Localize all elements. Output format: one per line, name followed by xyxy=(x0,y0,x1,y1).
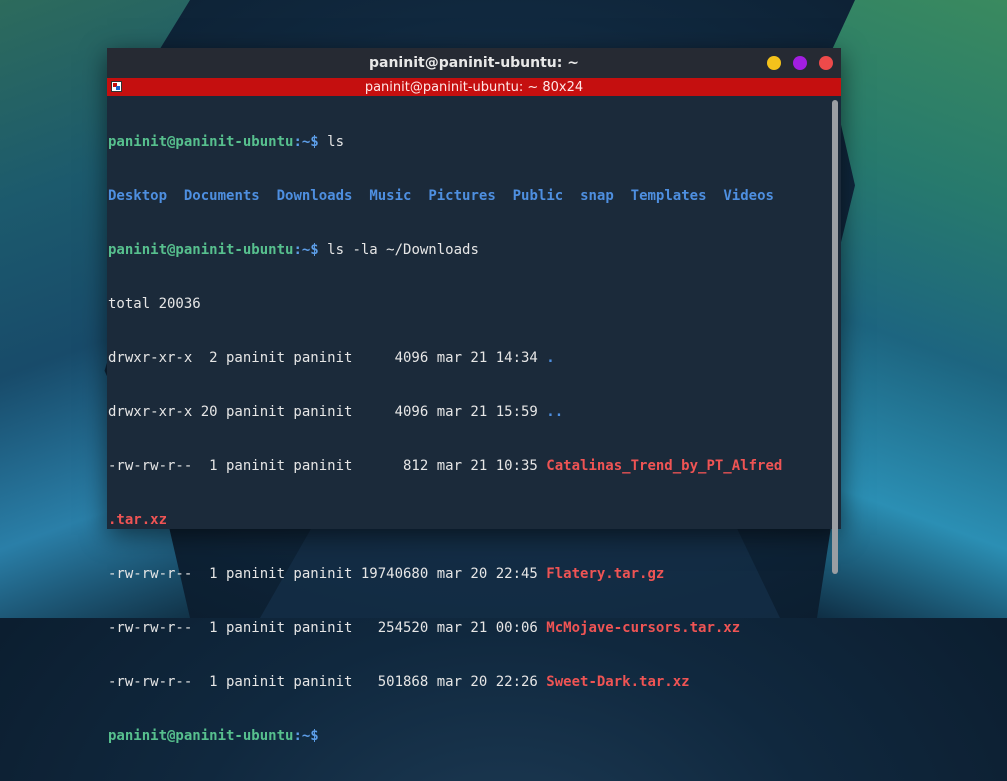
ls-output-line: Desktop Documents Downloads Music Pictur… xyxy=(108,187,828,205)
file-meta: drwxr-xr-x 20 paninit paninit 4096 mar 2… xyxy=(108,404,547,420)
prompt-suffix: :~$ xyxy=(293,242,328,258)
dir-entry: Public xyxy=(512,188,564,204)
close-button[interactable] xyxy=(819,56,833,70)
dir-entry: Documents xyxy=(183,188,260,204)
dir-entry: Downloads xyxy=(276,188,353,204)
minimize-button[interactable] xyxy=(767,56,781,70)
file-name: Flatery.tar.gz xyxy=(546,566,665,582)
file-row-wrap: .tar.xz xyxy=(108,511,828,529)
terminal-line: paninit@paninit-ubuntu:~$ ls -la ~/Downl… xyxy=(108,241,828,259)
file-name: .. xyxy=(546,404,564,420)
file-row: -rw-rw-r-- 1 paninit paninit 254520 mar … xyxy=(108,619,828,637)
terminal-line: paninit@paninit-ubuntu:~$ xyxy=(108,727,828,745)
total-line: total 20036 xyxy=(108,296,201,312)
file-meta: -rw-rw-r-- 1 paninit paninit 501868 mar … xyxy=(108,674,547,690)
terminal-tab-title: paninit@paninit-ubuntu: ~ 80x24 xyxy=(364,79,584,95)
dir-entry: Videos xyxy=(723,188,774,204)
command-text: ls -la ~/Downloads xyxy=(327,242,479,258)
terminal-tab[interactable]: paninit@paninit-ubuntu: ~ 80x24 xyxy=(107,78,841,96)
terminal-output[interactable]: paninit@paninit-ubuntu:~$ ls Desktop Doc… xyxy=(107,96,829,744)
prompt-user: paninit@paninit-ubuntu xyxy=(108,134,294,150)
file-name-wrap: .tar.xz xyxy=(108,512,168,528)
prompt-suffix: :~$ xyxy=(293,728,328,744)
window-titlebar[interactable]: paninit@paninit-ubuntu: ~ xyxy=(107,48,841,78)
file-row: -rw-rw-r-- 1 paninit paninit 501868 mar … xyxy=(108,673,828,691)
file-row: drwxr-xr-x 2 paninit paninit 4096 mar 21… xyxy=(108,349,828,367)
terminal-window[interactable]: paninit@paninit-ubuntu: ~ paninit@panini… xyxy=(107,48,841,744)
file-meta: -rw-rw-r-- 1 paninit paninit 19740680 ma… xyxy=(108,566,547,582)
command-text: ls xyxy=(327,134,345,150)
file-meta: -rw-rw-r-- 1 paninit paninit 812 mar 21 … xyxy=(108,458,547,474)
terminal-scrollbar[interactable] xyxy=(832,100,838,574)
prompt-user: paninit@paninit-ubuntu xyxy=(108,242,294,258)
dir-entry: Pictures xyxy=(428,188,496,204)
terminal-line: paninit@paninit-ubuntu:~$ ls xyxy=(108,133,828,151)
prompt-user: paninit@paninit-ubuntu xyxy=(108,728,294,744)
dir-entry: snap xyxy=(580,188,614,204)
window-title: paninit@paninit-ubuntu: ~ xyxy=(369,55,579,71)
window-controls xyxy=(767,56,833,70)
file-meta: drwxr-xr-x 2 paninit paninit 4096 mar 21… xyxy=(108,350,547,366)
dir-entry: Desktop xyxy=(108,188,168,204)
wallpaper-rock-right xyxy=(817,0,1007,618)
dir-entry: Music xyxy=(369,188,412,204)
file-row: -rw-rw-r-- 1 paninit paninit 812 mar 21 … xyxy=(108,457,828,475)
file-row: drwxr-xr-x 20 paninit paninit 4096 mar 2… xyxy=(108,403,828,421)
file-name: McMojave-cursors.tar.xz xyxy=(546,620,741,636)
terminal-tab-icon xyxy=(111,81,122,92)
file-name: . xyxy=(546,350,555,366)
dir-entry: Templates xyxy=(630,188,707,204)
prompt-suffix: :~$ xyxy=(293,134,328,150)
file-row: -rw-rw-r-- 1 paninit paninit 19740680 ma… xyxy=(108,565,828,583)
maximize-button[interactable] xyxy=(793,56,807,70)
file-name: Catalinas_Trend_by_PT_Alfred xyxy=(546,458,783,474)
file-meta: -rw-rw-r-- 1 paninit paninit 254520 mar … xyxy=(108,620,547,636)
file-name: Sweet-Dark.tar.xz xyxy=(546,674,690,690)
